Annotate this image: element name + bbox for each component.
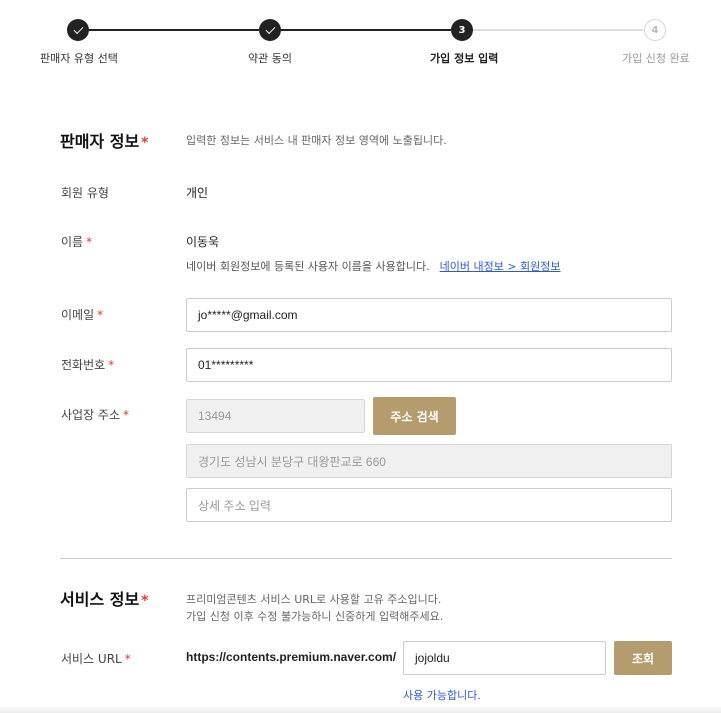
step-2-check-icon [259,19,281,41]
step-4-number: 4 [644,19,666,41]
detail-address-input[interactable]: 상세 주소 입력 [186,488,672,522]
service-url-prefix: https://contents.premium.naver.com/ [186,650,397,664]
service-info-title: 서비스 정보 * [60,586,149,610]
required-mark: * [141,593,149,609]
address-search-button[interactable]: 주소 검색 [373,397,456,435]
phone-field[interactable]: 01********* [186,348,672,382]
road-address-field: 경기도 성남시 분당구 대왕판교로 660 [186,444,672,478]
step-connector-3-4 [473,29,643,31]
name-hint: 네이버 회원정보에 등록된 사용자 이름을 사용합니다. 네이버 내정보 > 회원… [186,258,561,274]
step-2-label: 약관 동의 [248,52,292,65]
email-field[interactable]: jo*****@gmail.com [186,298,672,332]
service-info-description: 프리미엄콘텐츠 서비스 URL로 사용할 고유 주소입니다. 가입 신청 이후 … [186,591,443,625]
required-mark: * [141,135,149,151]
seller-info-description: 입력한 정보는 서비스 내 판매자 정보 영역에 노출됩니다. [186,134,447,147]
name-hint-text: 네이버 회원정보에 등록된 사용자 이름을 사용합니다. [186,260,430,273]
naver-profile-link[interactable]: 네이버 내정보 > 회원정보 [440,260,561,273]
url-availability-status: 사용 가능합니다. [403,689,481,702]
zipcode-field: 13494 [186,399,365,433]
service-info-description-line2: 가입 신청 이후 수정 불가능하니 신중하게 입력해주세요. [186,610,444,623]
signup-stepper: 3 4 판매자 유형 선택 약관 동의 가입 정보 입력 가입 신청 완료 [0,0,721,80]
bottom-shadow [0,707,721,713]
step-1-label: 판매자 유형 선택 [40,52,118,65]
service-url-label: 서비스 URL * [61,652,131,666]
section-divider [60,558,672,559]
service-info-description-line1: 프리미엄콘텐츠 서비스 URL로 사용할 고유 주소입니다. [186,593,442,606]
member-type-value: 개인 [186,186,209,200]
email-label: 이메일 * [61,308,104,322]
service-url-input[interactable]: jojoldu [403,641,606,675]
address-label: 사업장 주소 * [61,408,130,422]
service-info-title-text: 서비스 정보 [60,590,140,609]
name-value: 이동욱 [186,235,220,249]
name-label: 이름 * [61,235,93,249]
url-check-button[interactable]: 조회 [614,641,672,675]
step-4-label: 가입 신청 완료 [622,52,690,65]
step-3-number: 3 [451,19,473,41]
detail-address-placeholder: 상세 주소 입력 [198,498,271,513]
seller-info-title: 판매자 정보 * [60,128,149,152]
seller-info-title-text: 판매자 정보 [60,132,140,151]
step-3-label: 가입 정보 입력 [430,52,499,65]
step-connector-2-3 [281,29,451,31]
phone-label: 전화번호 * [61,358,115,372]
step-1-check-icon [67,19,89,41]
member-type-label: 회원 유형 [61,186,109,200]
step-connector-1-2 [89,29,259,31]
